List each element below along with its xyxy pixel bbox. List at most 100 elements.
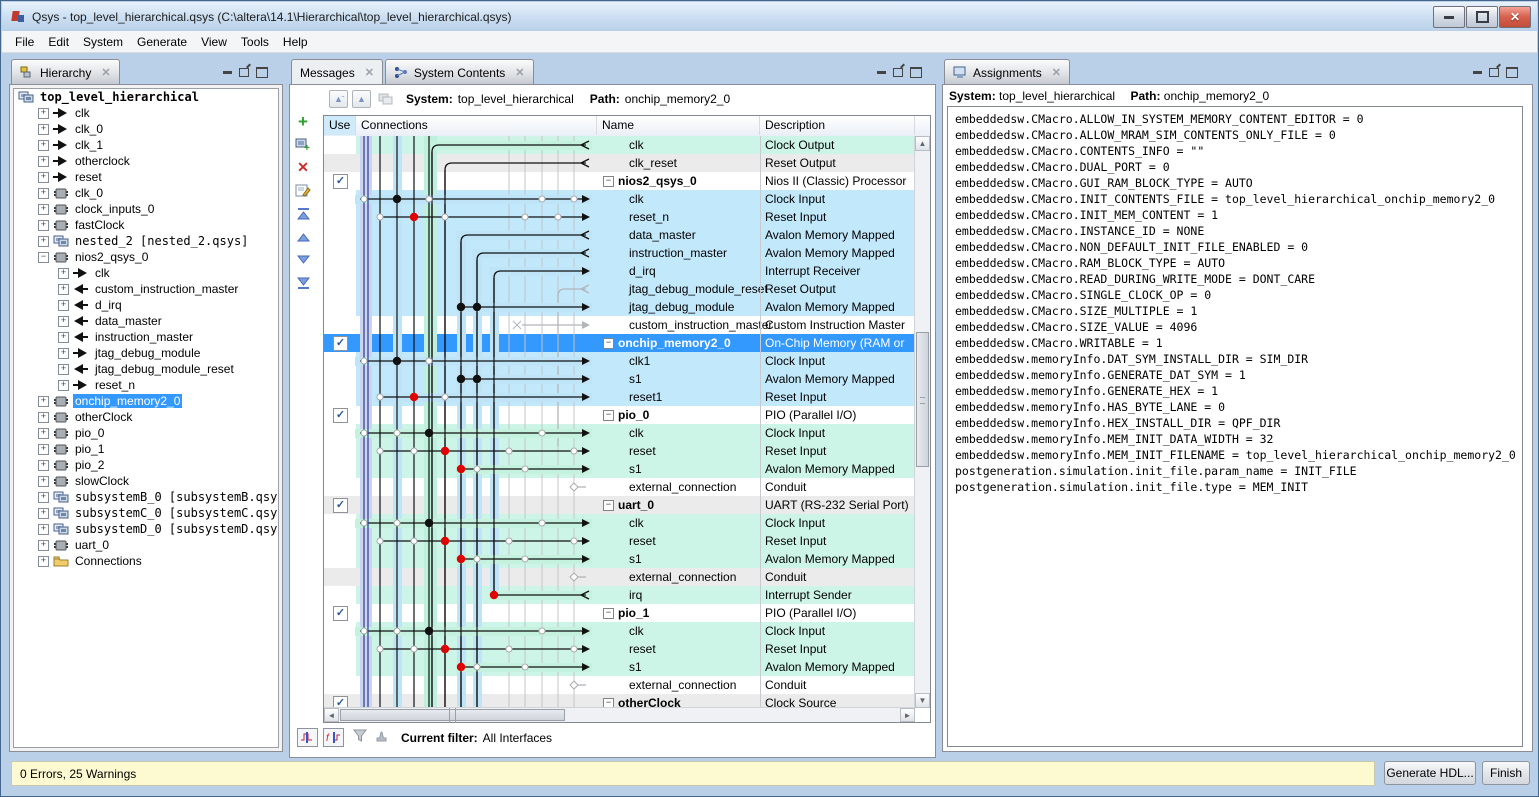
panel-maximize-icon[interactable] — [1506, 67, 1518, 78]
tree-item-otherclock[interactable]: +otherclock — [14, 153, 278, 169]
expand-icon[interactable]: + — [38, 460, 49, 471]
add-system-icon[interactable]: + — [294, 136, 312, 153]
expand-icon[interactable]: + — [38, 156, 49, 167]
menu-item-edit[interactable]: Edit — [41, 33, 76, 51]
menu-item-help[interactable]: Help — [276, 33, 315, 51]
tab-close-icon[interactable]: ✕ — [1052, 66, 1061, 79]
tree-item-jtag_debug_module[interactable]: +jtag_debug_module — [14, 345, 278, 361]
expand-icon[interactable]: + — [38, 108, 49, 119]
move-down-icon[interactable] — [294, 251, 312, 268]
column-header-connections[interactable]: Connections — [356, 116, 597, 135]
tree-item-pio_1[interactable]: +pio_1 — [14, 441, 278, 457]
expand-icon[interactable]: + — [58, 380, 69, 391]
expand-icon[interactable]: + — [38, 140, 49, 151]
expand-icon[interactable]: + — [38, 172, 49, 183]
expand-icon[interactable]: + — [38, 396, 49, 407]
expand-icon[interactable]: + — [58, 348, 69, 359]
expand-icon[interactable]: + — [38, 236, 49, 247]
expand-icon[interactable]: + — [58, 300, 69, 311]
menu-item-view[interactable]: View — [194, 33, 234, 51]
panel-minimize-icon[interactable] — [223, 71, 232, 74]
add-icon[interactable]: + — [294, 113, 312, 130]
tree-item-d_irq[interactable]: +d_irq — [14, 297, 278, 313]
connections-matrix[interactable] — [324, 136, 597, 708]
scroll-thumb[interactable] — [340, 709, 565, 721]
move-up-icon[interactable] — [294, 228, 312, 245]
move-top-icon[interactable] — [294, 205, 312, 222]
collapse-all-button[interactable]: ▲̄ — [329, 90, 348, 108]
move-up-level-button[interactable]: ▲ — [352, 90, 371, 108]
minimize-button[interactable] — [1433, 6, 1465, 28]
expand-icon[interactable]: + — [38, 220, 49, 231]
tree-item-instruction_master[interactable]: +instruction_master — [14, 329, 278, 345]
menu-item-generate[interactable]: Generate — [130, 33, 194, 51]
tree-item-reset[interactable]: +reset — [14, 169, 278, 185]
tree-item-clk_0[interactable]: +clk_0 — [14, 185, 278, 201]
scroll-down-icon[interactable]: ▼ — [915, 693, 930, 708]
collapse-icon[interactable]: − — [603, 500, 614, 511]
column-header-description[interactable]: Description — [760, 116, 915, 135]
tab-system-contents[interactable]: System Contents✕ — [385, 59, 534, 85]
tree-item-nested_2[interactable]: +nested_2 [nested_2.qsys] — [14, 233, 278, 249]
filter-stamp-icon[interactable] — [373, 729, 390, 746]
generate-hdl-button[interactable]: Generate HDL... — [1384, 761, 1476, 785]
collapse-icon[interactable]: − — [603, 410, 614, 421]
edit-icon[interactable] — [294, 182, 312, 199]
tree-item-jtag_debug_module_reset[interactable]: +jtag_debug_module_reset — [14, 361, 278, 377]
menu-item-system[interactable]: System — [76, 33, 130, 51]
expand-icon[interactable]: + — [38, 492, 49, 503]
tree-item-clk_0[interactable]: +clk_0 — [14, 121, 278, 137]
tree-item-clk_1[interactable]: +clk_1 — [14, 137, 278, 153]
panel-float-icon[interactable] — [893, 68, 903, 77]
column-header-name[interactable]: Name — [597, 116, 760, 135]
panel-float-icon[interactable] — [1489, 68, 1499, 77]
tree-item-uart_0[interactable]: +uart_0 — [14, 537, 278, 553]
expand-icon[interactable]: + — [58, 284, 69, 295]
finish-button[interactable]: Finish — [1482, 761, 1530, 785]
tree-item-slowClock[interactable]: +slowClock — [14, 473, 278, 489]
vertical-scrollbar[interactable]: ▲ ▼ — [914, 136, 930, 708]
expand-icon[interactable]: + — [38, 188, 49, 199]
tree-item-subsystemC_0[interactable]: +subsystemC_0 [subsystemC.qsys] — [14, 505, 278, 521]
move-bottom-icon[interactable] — [294, 274, 312, 291]
tab-messages[interactable]: Messages✕ — [291, 59, 383, 85]
tree-item-clk[interactable]: +clk — [14, 265, 278, 281]
tab-close-icon[interactable]: ✕ — [101, 66, 110, 79]
expand-icon[interactable]: + — [58, 332, 69, 343]
expand-icon[interactable]: + — [38, 524, 49, 535]
column-header-use[interactable]: Use — [324, 116, 356, 135]
expand-icon[interactable]: + — [38, 412, 49, 423]
expand-icon[interactable]: + — [38, 540, 49, 551]
collapse-icon[interactable]: − — [38, 252, 49, 263]
expand-icon[interactable]: + — [38, 508, 49, 519]
expand-icon[interactable]: + — [38, 444, 49, 455]
tree-item-Connections[interactable]: +Connections — [14, 553, 278, 569]
tree-item-otherClock[interactable]: +otherClock — [14, 409, 278, 425]
scroll-up-icon[interactable]: ▲ — [915, 136, 930, 151]
tab-close-icon[interactable]: ✕ — [365, 66, 374, 79]
tree-item-reset_n[interactable]: +reset_n — [14, 377, 278, 393]
panel-float-icon[interactable] — [239, 68, 249, 77]
tree-item-clk[interactable]: +clk — [14, 105, 278, 121]
collapse-icon[interactable]: − — [603, 338, 614, 349]
expand-icon[interactable]: + — [38, 124, 49, 135]
title-bar[interactable]: Qsys - top_level_hierarchical.qsys (C:\a… — [2, 2, 1537, 31]
expand-icon[interactable]: + — [58, 268, 69, 279]
tree-item-subsystemB_0[interactable]: +subsystemB_0 [subsystemB.qsys] — [14, 489, 278, 505]
scroll-left-icon[interactable]: ◄ — [324, 708, 339, 722]
horizontal-scrollbar[interactable]: ◄ ► — [324, 707, 915, 722]
scroll-right-icon[interactable]: ► — [900, 708, 915, 722]
tree-item-nios2_qsys_0[interactable]: −nios2_qsys_0 — [14, 249, 278, 265]
expand-icon[interactable]: + — [38, 204, 49, 215]
tree-item-pio_2[interactable]: +pio_2 — [14, 457, 278, 473]
remove-icon[interactable]: ✕ — [294, 159, 312, 176]
tree-item-subsystemD_0[interactable]: +subsystemD_0 [subsystemD.qsys] — [14, 521, 278, 537]
close-button[interactable]: ✕ — [1499, 6, 1531, 28]
expand-icon[interactable]: + — [58, 364, 69, 375]
collapse-icon[interactable]: − — [603, 176, 614, 187]
scroll-thumb[interactable] — [916, 332, 929, 467]
tree-item-custom_instruction_master[interactable]: +custom_instruction_master — [14, 281, 278, 297]
tree-item-data_master[interactable]: +data_master — [14, 313, 278, 329]
menu-item-file[interactable]: File — [8, 33, 41, 51]
expand-icon[interactable]: + — [38, 428, 49, 439]
